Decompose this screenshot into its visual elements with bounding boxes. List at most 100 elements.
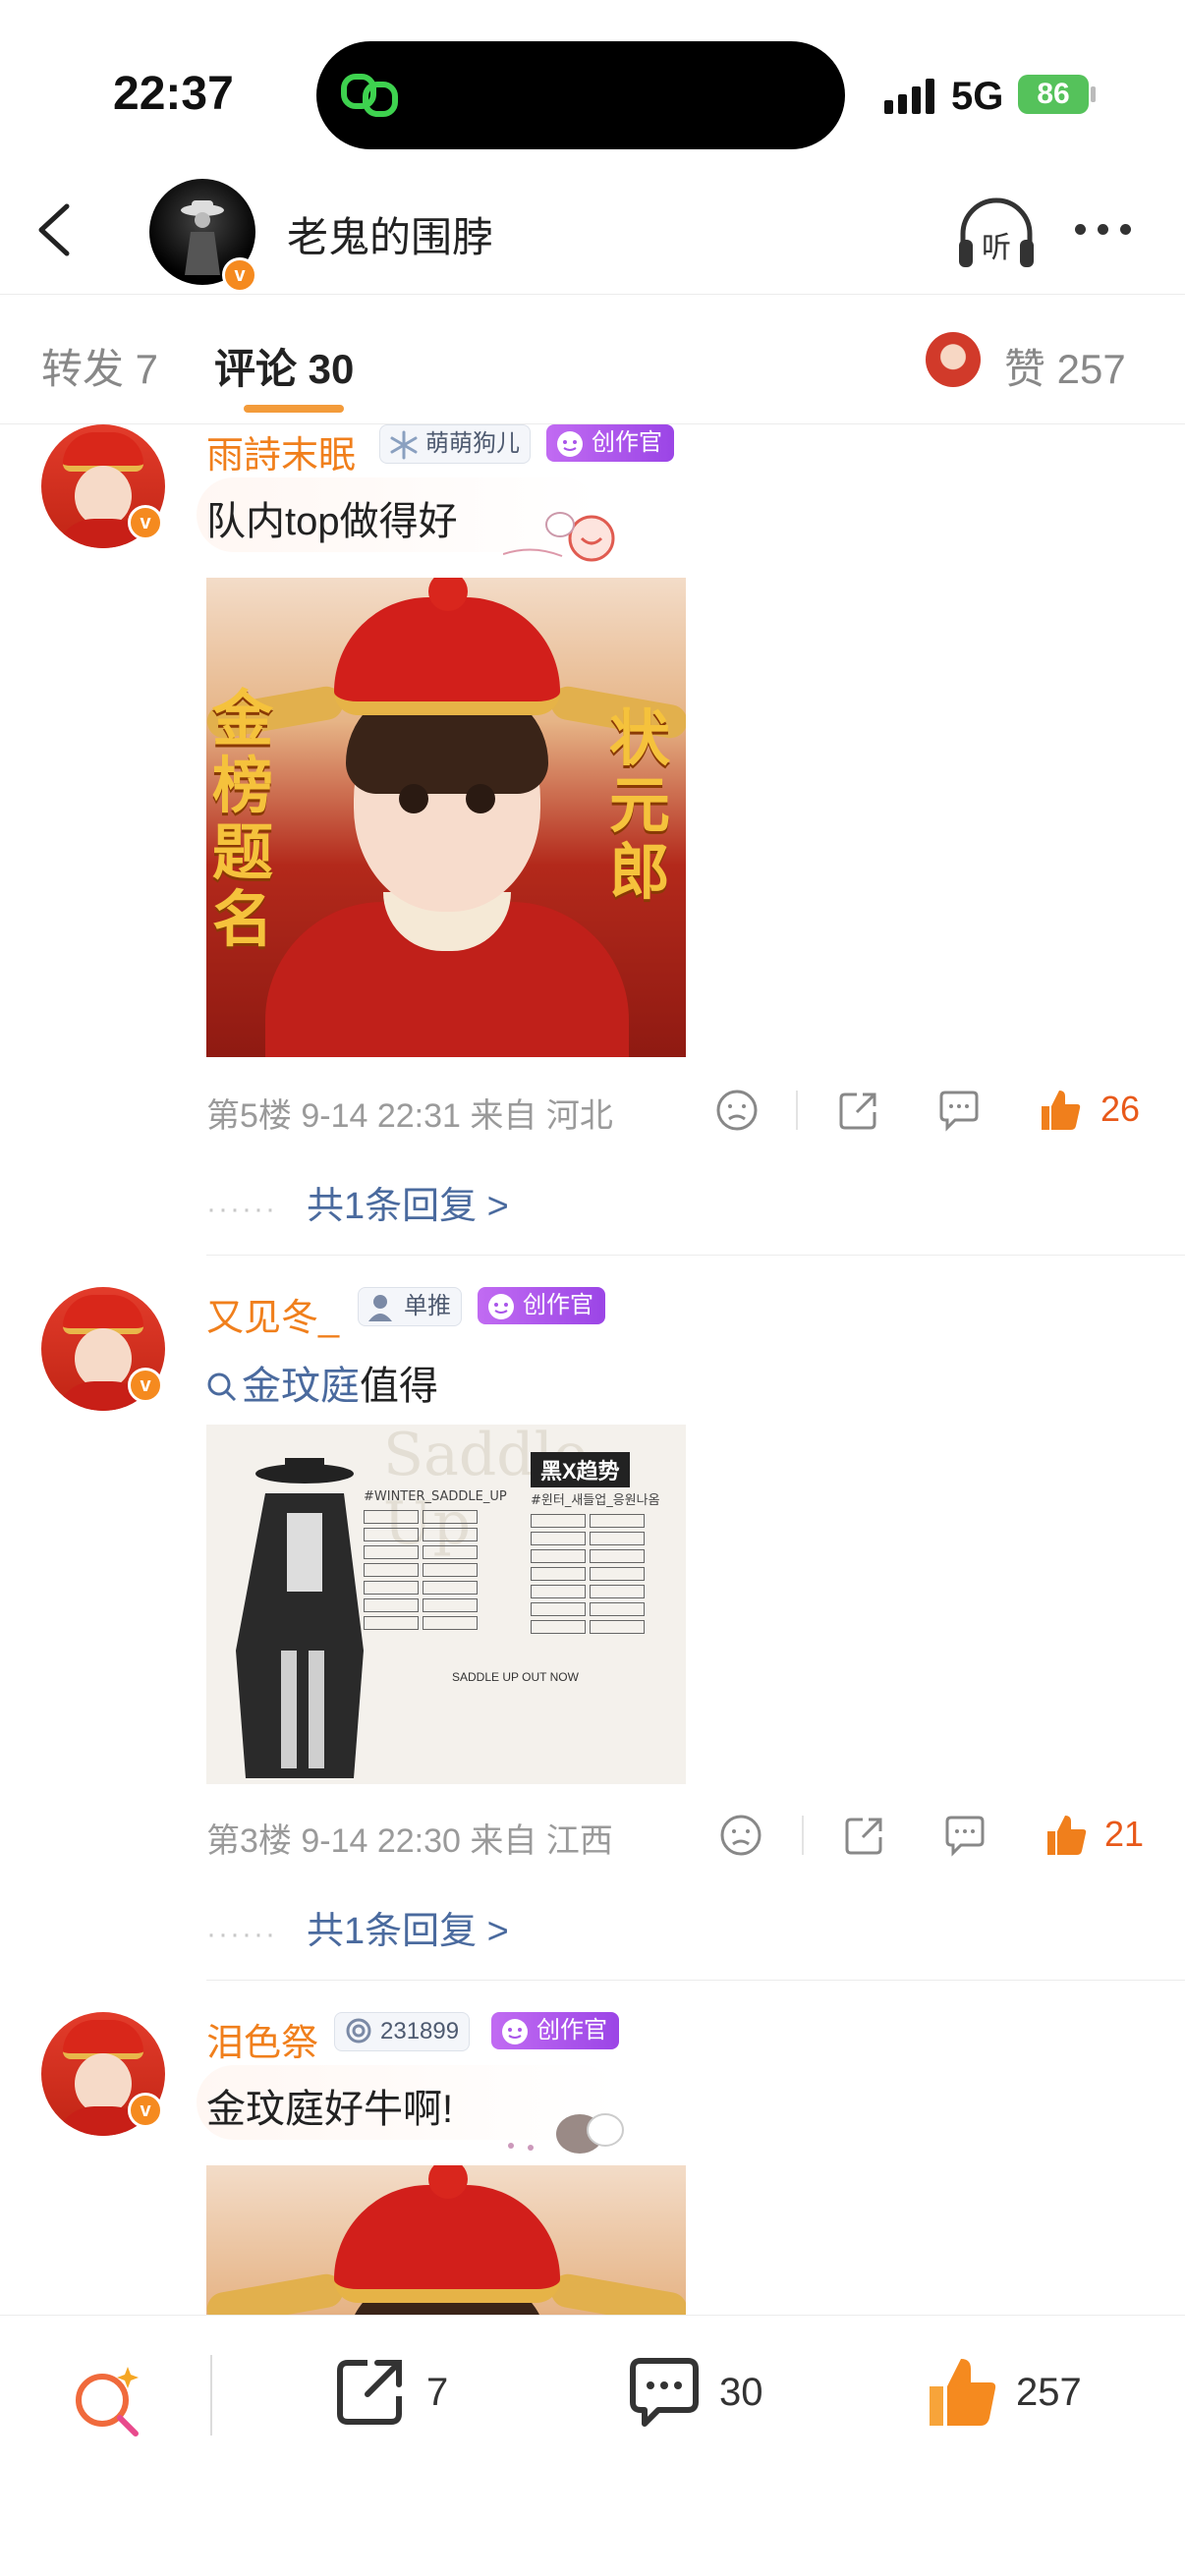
- like-count: 21: [1104, 1814, 1145, 1854]
- comment-meta: 第3楼 9-14 22:30 来自 江西: [206, 1822, 613, 1860]
- status-time: 22:37: [113, 68, 234, 120]
- creator-badge-label: 创作官: [523, 1292, 593, 1318]
- image-column-right: #윈터_새들업_응원나옴: [531, 1489, 660, 1638]
- comment-text: 金玟庭值得: [206, 1354, 438, 1411]
- creator-badge[interactable]: 创作官: [546, 424, 674, 462]
- tab-comments[interactable]: 评论 30: [214, 336, 354, 396]
- bunny-apple-sticker-icon: [503, 512, 615, 562]
- status-bar: 22:37 5G 86: [0, 0, 1185, 167]
- tab-bar: 转发 7 评论 30 赞 257: [0, 295, 1185, 424]
- comment-actions: 26: [707, 1083, 1150, 1142]
- battery-cap: [1091, 86, 1096, 102]
- like-thumb-icon[interactable]: [1042, 1812, 1089, 1859]
- comment-divider: [206, 1255, 1185, 1256]
- fan-badge-label: 231899: [380, 2018, 460, 2044]
- like-thumb-icon[interactable]: [1036, 1087, 1083, 1134]
- reply-dots: ······: [206, 1918, 277, 1950]
- image-tag: 黑X趋势: [531, 1452, 630, 1487]
- bottom-action-bar: 7 30 257: [0, 2315, 1185, 2576]
- fan-badge-label: 萌萌狗儿: [425, 430, 520, 457]
- like-thumb-icon: [930, 2359, 996, 2426]
- commenter-name[interactable]: 雨詩末眠: [206, 424, 356, 478]
- comment-item: v 又见冬_ 单推 创作官 金玟庭值得 Saddle Up 黑X趋势 #WINT…: [0, 1287, 1185, 1994]
- person-icon: [368, 1295, 392, 1321]
- dislike-face-icon[interactable]: [717, 1812, 764, 1859]
- creator-badge[interactable]: 创作官: [491, 2012, 619, 2049]
- verified-badge: v: [128, 505, 163, 540]
- comment-image[interactable]: Saddle Up 黑X趋势 #WINTER_SADDLE_UP #윈터_새들업…: [206, 1425, 686, 1784]
- commenter-avatar[interactable]: v: [41, 424, 179, 562]
- repost-count: 7: [426, 2371, 449, 2414]
- creator-badge-label: 创作官: [592, 429, 662, 456]
- creator-mascot-icon: [502, 2019, 528, 2044]
- creator-badge[interactable]: 创作官: [478, 1287, 605, 1324]
- replies-label: 共1条回复 >: [306, 1186, 509, 1227]
- dynamic-island: [316, 41, 845, 149]
- repost-icon: [337, 2360, 402, 2425]
- snowflake-icon: [390, 430, 418, 460]
- image-column-left: #WINTER_SADDLE_UP: [364, 1489, 507, 1634]
- verified-badge: v: [222, 257, 257, 293]
- comment-icon: [630, 2358, 699, 2427]
- fan-badge[interactable]: 萌萌狗儿: [379, 424, 531, 464]
- view-replies-link[interactable]: ······ 共1条回复 >: [206, 1900, 509, 1954]
- active-tab-indicator: [244, 405, 344, 413]
- author-figure-icon: [181, 200, 224, 275]
- commenter-name[interactable]: 泪色祭: [206, 2012, 318, 2066]
- comment-meta: 第5楼 9-14 22:31 来自 河北: [206, 1097, 613, 1135]
- signal-icon: [884, 77, 934, 114]
- fan-badge[interactable]: 231899: [334, 2012, 471, 2051]
- action-separator: [796, 1091, 798, 1130]
- comment-text: 金玟庭好牛啊!: [206, 2088, 454, 2131]
- topic-label: 金玟庭: [242, 1365, 360, 1408]
- share-icon[interactable]: [835, 1087, 882, 1134]
- like-count: 257: [1016, 2371, 1082, 2414]
- listen-headphones-icon[interactable]: 听: [955, 196, 1038, 271]
- reply-dots: ······: [206, 1193, 277, 1225]
- more-options-icon[interactable]: [1075, 224, 1131, 235]
- commenter-avatar[interactable]: v: [41, 1287, 179, 1425]
- image-footer: SADDLE UP OUT NOW: [452, 1670, 579, 1684]
- network-type: 5G: [951, 75, 1004, 118]
- replies-label: 共1条回复 >: [306, 1911, 509, 1952]
- action-separator: [802, 1816, 804, 1855]
- creator-badge-label: 创作官: [536, 2017, 607, 2044]
- tab-repost[interactable]: 转发 7: [41, 336, 158, 396]
- image-caption-right: 状元郎: [609, 702, 671, 908]
- fan-badge[interactable]: 单推: [358, 1287, 462, 1326]
- comment-divider: [206, 1980, 1185, 1981]
- dislike-face-icon[interactable]: [713, 1087, 761, 1134]
- search-sparkle-icon[interactable]: [69, 2363, 147, 2441]
- tab-likes[interactable]: 赞 257: [1004, 336, 1126, 396]
- share-icon[interactable]: [841, 1812, 888, 1859]
- image-caption-left: 金榜题名: [212, 683, 274, 955]
- top-nav: v 老鬼的围脖 听: [0, 167, 1185, 295]
- like-count: 26: [1100, 1089, 1141, 1129]
- comment-text-rest: 值得: [360, 1365, 438, 1408]
- creator-mascot-icon: [488, 1294, 514, 1319]
- battery-icon: 86: [1018, 75, 1089, 114]
- comment-item: v 雨詩末眠 萌萌狗儿 创作官 队内top做得好 金榜题名 状元郎 第5楼 9-…: [0, 424, 1185, 1256]
- comment-text: 队内top做得好: [206, 500, 458, 543]
- liker-avatar: [926, 332, 981, 387]
- commenter-avatar[interactable]: v: [41, 2012, 179, 2150]
- reply-icon[interactable]: [941, 1812, 988, 1859]
- commenter-name[interactable]: 又见冬_: [206, 1287, 339, 1341]
- search-icon: [207, 1372, 237, 1402]
- bottom-separator: [210, 2355, 212, 2436]
- singer-photo: [236, 1458, 364, 1778]
- cat-sticker-icon: [508, 2113, 624, 2154]
- comment-image[interactable]: 金榜题名 状元郎: [206, 578, 686, 1057]
- verified-badge: v: [128, 2093, 163, 2128]
- view-replies-link[interactable]: ······ 共1条回复 >: [206, 1175, 509, 1229]
- lollipop-icon: [346, 2018, 371, 2044]
- reply-icon[interactable]: [935, 1087, 983, 1134]
- listen-label: 听: [982, 231, 1011, 265]
- comment-actions: 21: [707, 1808, 1150, 1867]
- back-icon[interactable]: [31, 200, 81, 259]
- comment-image[interactable]: [206, 2165, 686, 2315]
- comment-item: v 泪色祭 231899 创作官 金玟庭好牛啊!: [0, 2012, 1185, 2315]
- image-col-header: #WINTER_SADDLE_UP: [364, 1489, 507, 1504]
- verified-badge: v: [128, 1368, 163, 1403]
- topic-link[interactable]: 金玟庭: [206, 1365, 360, 1408]
